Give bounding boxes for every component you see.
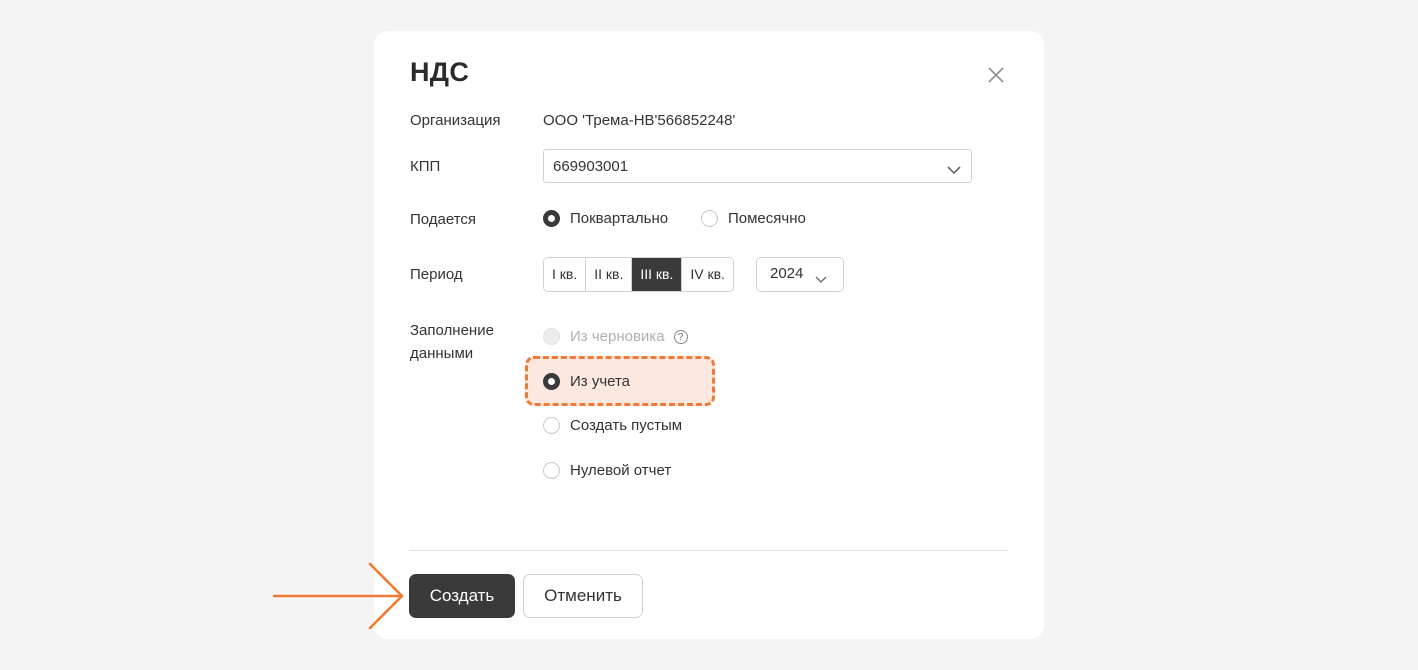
kpp-value: 669903001 [553, 158, 629, 175]
radio-circle [543, 462, 560, 479]
radio-zero-report-label: Нулевой отчет [570, 462, 672, 479]
chevron-down-icon [815, 271, 827, 288]
submission-label: Подается [410, 211, 477, 228]
kpp-label: КПП [410, 158, 441, 175]
organization-label: Организация [410, 112, 501, 129]
fill-label-line2: данными [410, 345, 474, 362]
radio-from-accounting[interactable]: Из учета [543, 373, 630, 390]
radio-create-empty-label: Создать пустым [570, 417, 683, 434]
close-icon[interactable] [987, 66, 1005, 84]
quarter-3[interactable]: III кв. [632, 258, 683, 291]
radio-circle [543, 417, 560, 434]
period-label: Период [410, 266, 463, 283]
radio-circle [543, 210, 560, 227]
footer-divider [409, 550, 1008, 551]
fill-label-line1: Заполнение [410, 322, 494, 339]
radio-quarterly-label: Поквартально [570, 210, 669, 227]
organization-value: ООО 'Трема-НВ'566852248' [543, 112, 736, 129]
radio-circle [543, 328, 560, 345]
vat-dialog: НДС Организация ООО 'Трема-НВ'566852248'… [374, 31, 1044, 639]
radio-zero-report[interactable]: Нулевой отчет [543, 462, 671, 479]
kpp-select[interactable]: 669903001 [543, 149, 972, 183]
cancel-button[interactable]: Отменить [523, 574, 643, 618]
radio-from-accounting-label: Из учета [570, 373, 631, 390]
year-select[interactable]: 2024 [756, 257, 844, 292]
radio-monthly-label: Помесячно [728, 210, 806, 227]
radio-circle [543, 373, 560, 390]
quarter-1[interactable]: I кв. [544, 258, 587, 291]
radio-create-empty[interactable]: Создать пустым [543, 417, 682, 434]
quarter-4[interactable]: IV кв. [682, 258, 733, 291]
help-circle-icon[interactable]: ? [673, 329, 688, 344]
chevron-down-icon [947, 162, 961, 180]
radio-circle [701, 210, 718, 227]
dialog-title: НДС [410, 57, 470, 87]
quarter-2[interactable]: II кв. [586, 258, 633, 291]
quarter-selector: I кв. II кв. III кв. IV кв. [543, 257, 734, 292]
radio-quarterly[interactable]: Поквартально [543, 210, 668, 227]
year-value: 2024 [770, 265, 804, 282]
create-button[interactable]: Создать [409, 574, 515, 618]
radio-from-draft-label: Из черновика [570, 328, 665, 345]
radio-from-draft: Из черновика ? [543, 328, 688, 345]
annotation-arrow [272, 562, 404, 630]
radio-monthly[interactable]: Помесячно [701, 210, 806, 227]
